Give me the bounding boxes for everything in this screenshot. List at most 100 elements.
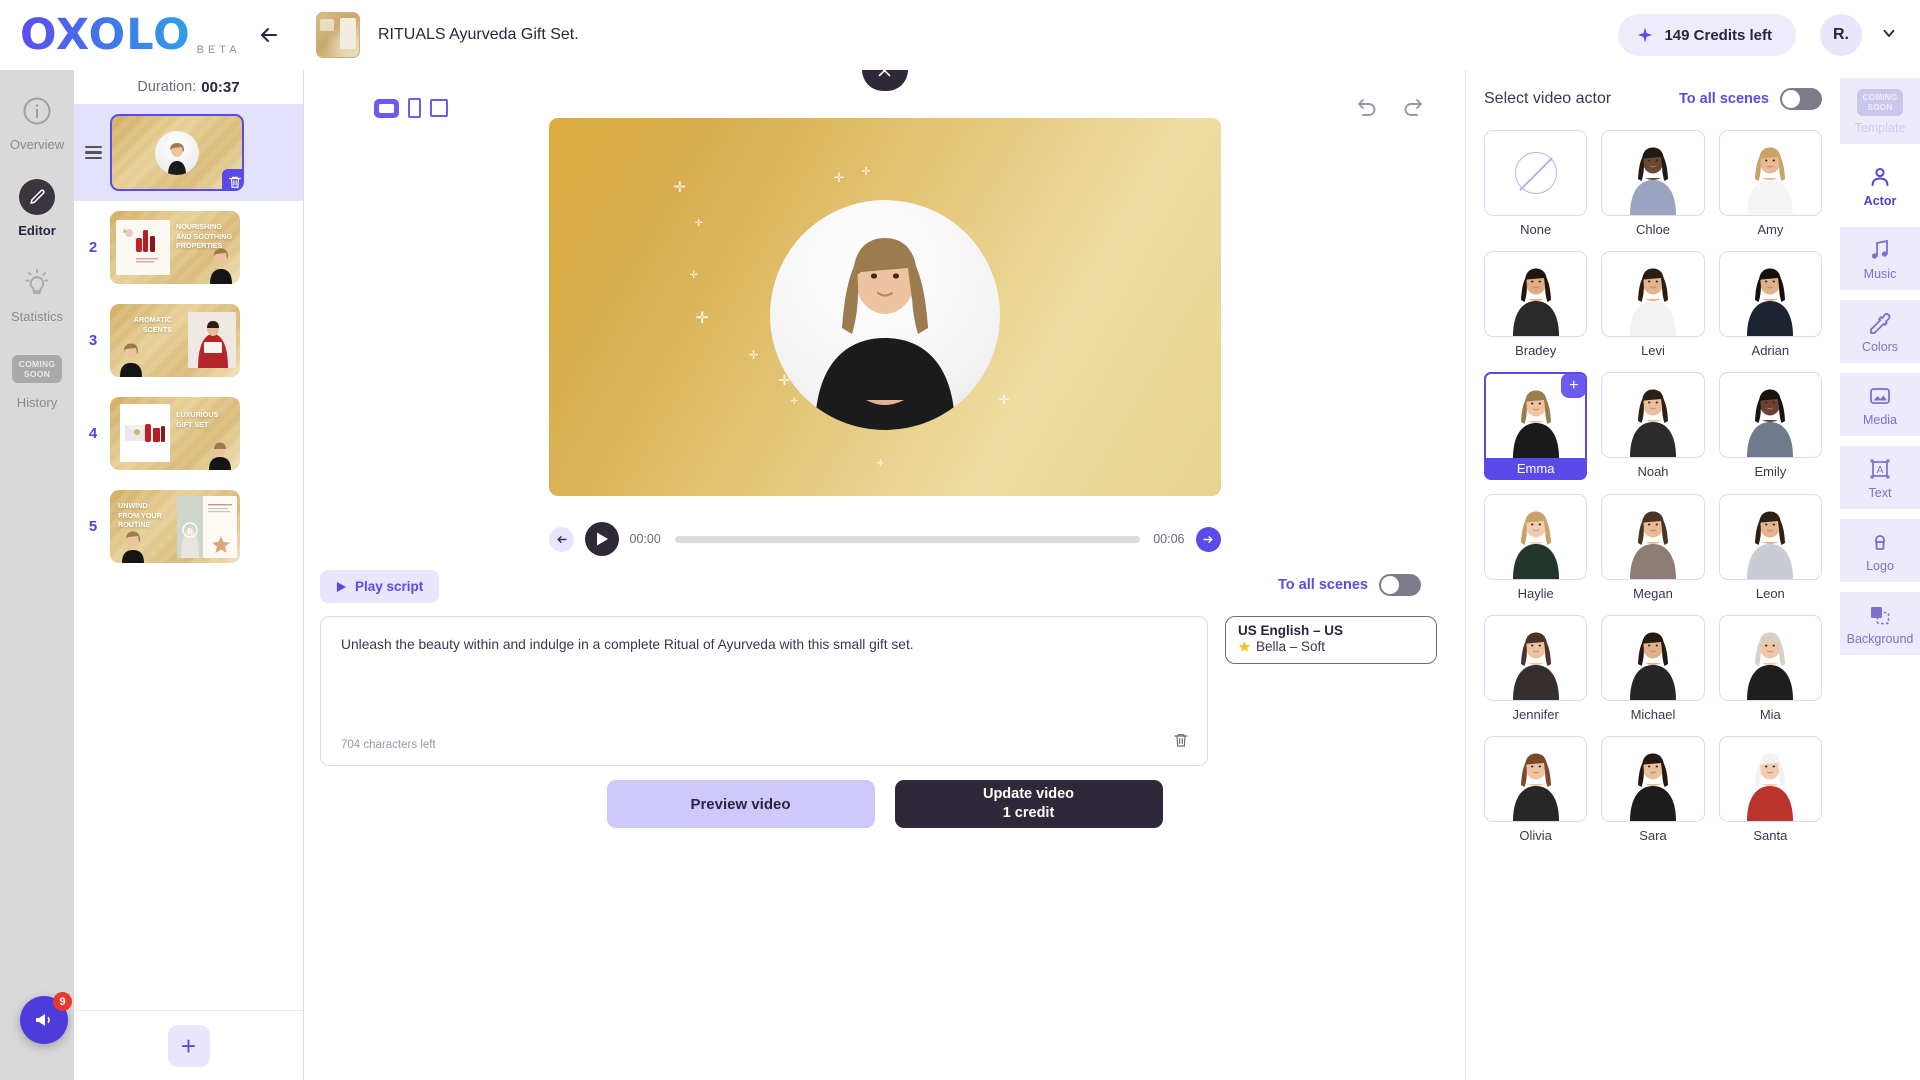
duration-bar: Duration: 00:37 — [74, 70, 303, 104]
scene-item-2[interactable]: 2 NOURISHING AND SOOTHING PROPERTIES — [74, 201, 303, 294]
app-logo[interactable]: OXOLO BETA — [0, 10, 237, 60]
actor-option-jennifer[interactable]: Jennifer — [1484, 615, 1588, 722]
delete-scene-button[interactable] — [222, 169, 242, 189]
add-scene-button[interactable]: + — [167, 1024, 210, 1067]
actor-option-adrian[interactable]: Adrian — [1718, 251, 1822, 358]
scene-thumbnail[interactable]: AROMATIC SCENTS — [110, 304, 240, 377]
clear-script-button[interactable] — [1173, 732, 1189, 753]
tool-background[interactable]: Background — [1840, 592, 1920, 655]
scene-avatar — [155, 130, 199, 175]
play-script-button[interactable]: Play script — [320, 570, 440, 603]
actor-option-megan[interactable]: Megan — [1601, 494, 1705, 601]
actor-thumbnail[interactable] — [1601, 736, 1705, 822]
actor-option-santa[interactable]: Santa — [1718, 736, 1822, 843]
actor-option-leon[interactable]: Leon — [1718, 494, 1822, 601]
scene-thumbnail[interactable]: LUXURIOUS GIFT SET — [110, 397, 240, 470]
actor-thumbnail[interactable] — [1484, 615, 1588, 701]
actor-name-label: Mia — [1759, 707, 1781, 722]
actor-thumbnail[interactable] — [1601, 615, 1705, 701]
actor-thumbnail[interactable] — [1601, 372, 1705, 458]
project-thumbnail[interactable] — [316, 12, 360, 58]
sidebar-item-editor[interactable]: Editor — [0, 178, 74, 238]
portrait-ratio-button[interactable] — [408, 98, 421, 118]
scene-thumbnail[interactable]: NOURISHING AND SOOTHING PROPERTIES — [110, 211, 240, 284]
progress-track[interactable] — [674, 535, 1140, 543]
script-input[interactable]: Unleash the beauty within and indulge in… — [320, 616, 1208, 766]
tool-colors[interactable]: Colors — [1840, 300, 1920, 363]
actor-option-bradey[interactable]: Bradey — [1484, 251, 1588, 358]
actor-option-olivia[interactable]: Olivia — [1484, 736, 1588, 843]
actor-option-michael[interactable]: Michael — [1601, 615, 1705, 722]
video-preview-stage[interactable]: ✛ ✛ ✛ ✛ ✛ ✛ ✛ ✛ ✛ ✛ ✛ ✛ ✛ ✛ — [548, 118, 1221, 496]
redo-icon[interactable] — [1401, 96, 1425, 125]
to-all-scenes-toggle[interactable] — [1780, 88, 1822, 110]
tool-logo[interactable]: Logo — [1840, 519, 1920, 582]
update-video-button[interactable]: Update video 1 credit — [894, 780, 1163, 828]
skip-back-icon[interactable] — [548, 526, 574, 552]
actor-name-label: Sara — [1639, 828, 1667, 843]
actor-option-sara[interactable]: Sara — [1601, 736, 1705, 843]
megaphone-icon[interactable]: 9 — [20, 992, 72, 1044]
avatar[interactable]: R. — [1820, 14, 1862, 56]
actor-thumbnail[interactable] — [1601, 251, 1705, 337]
drag-handle-icon[interactable] — [82, 145, 104, 160]
credits-button[interactable]: 149 Credits left — [1618, 14, 1796, 56]
scene-scroll[interactable]: 2 NOURISHING AND SOOTHING PROPERTIES 3 A… — [74, 104, 303, 1010]
actor-thumbnail[interactable] — [1718, 615, 1822, 701]
actor-option-none[interactable]: None — [1484, 130, 1588, 237]
tool-actor[interactable]: Actor — [1840, 154, 1920, 217]
actor-option-emma[interactable]: + Emma — [1484, 372, 1588, 480]
scene-item-5[interactable]: 5 UNWIND FROM YOUR ROUTINE B — [74, 480, 303, 573]
actor-thumbnail[interactable] — [1718, 251, 1822, 337]
tool-music[interactable]: Music — [1840, 227, 1920, 290]
to-all-scenes-toggle[interactable] — [1379, 574, 1421, 596]
scene-item-1[interactable] — [74, 104, 303, 201]
actor-thumbnail[interactable] — [1718, 372, 1822, 458]
actor-thumbnail[interactable] — [1718, 494, 1822, 580]
tool-text[interactable]: A Text — [1840, 446, 1920, 509]
actor-option-mia[interactable]: Mia — [1718, 615, 1822, 722]
scene-item-3[interactable]: 3 AROMATIC SCENTS — [74, 294, 303, 387]
actor-thumbnail[interactable] — [1484, 130, 1588, 216]
actor-option-levi[interactable]: Levi — [1601, 251, 1705, 358]
actor-figure — [1629, 632, 1676, 700]
voice-selector[interactable]: US English – US Bella – Soft — [1225, 616, 1437, 664]
sidebar-item-statistics[interactable]: Statistics — [0, 264, 74, 324]
tool-media[interactable]: Media — [1840, 373, 1920, 436]
actor-thumbnail[interactable] — [1484, 736, 1588, 822]
actor-panel-title: Select video actor — [1484, 90, 1612, 107]
actor-option-noah[interactable]: Noah — [1601, 372, 1705, 480]
add-actor-icon[interactable]: + — [1561, 374, 1586, 398]
scene-thumbnail[interactable]: UNWIND FROM YOUR ROUTINE B — [110, 490, 240, 563]
actor-thumbnail[interactable]: + — [1484, 372, 1588, 458]
tool-template[interactable]: COMING SOON Template — [1840, 78, 1920, 144]
play-button[interactable] — [584, 522, 619, 556]
scene-thumbnail[interactable] — [110, 114, 244, 191]
actor-figure — [1512, 268, 1559, 336]
back-arrow-icon[interactable] — [252, 18, 286, 52]
scene-item-4[interactable]: 4 LUXURIOUS GIFT SET — [74, 387, 303, 480]
actor-option-haylie[interactable]: Haylie — [1484, 494, 1588, 601]
actor-option-amy[interactable]: Amy — [1718, 130, 1822, 237]
script-text[interactable]: Unleash the beauty within and indulge in… — [341, 635, 1187, 655]
actor-thumbnail[interactable] — [1718, 736, 1822, 822]
close-icon[interactable] — [861, 70, 908, 91]
actor-option-chloe[interactable]: Chloe — [1601, 130, 1705, 237]
actor-thumbnail[interactable] — [1601, 494, 1705, 580]
chevron-down-icon[interactable] — [1880, 24, 1898, 47]
square-ratio-button[interactable] — [430, 99, 448, 117]
actor-thumbnail[interactable] — [1718, 130, 1822, 216]
actor-thumbnail[interactable] — [1484, 251, 1588, 337]
actor-thumbnail[interactable] — [1484, 494, 1588, 580]
preview-video-button[interactable]: Preview video — [606, 780, 875, 828]
skip-forward-icon[interactable] — [1195, 526, 1221, 552]
sidebar-item-overview[interactable]: Overview — [0, 92, 74, 152]
tool-label: Media — [1862, 413, 1898, 427]
landscape-ratio-button[interactable] — [374, 98, 399, 118]
app-root: OXOLO BETA RITUALS Ayurveda Gift Set. 14… — [0, 0, 1920, 1080]
actor-thumbnail[interactable] — [1601, 130, 1705, 216]
actor-figure — [1629, 389, 1676, 457]
sidebar-item-history[interactable]: COMING SOON History — [0, 350, 74, 410]
undo-icon[interactable] — [1355, 96, 1379, 125]
actor-option-emily[interactable]: Emily — [1718, 372, 1822, 480]
